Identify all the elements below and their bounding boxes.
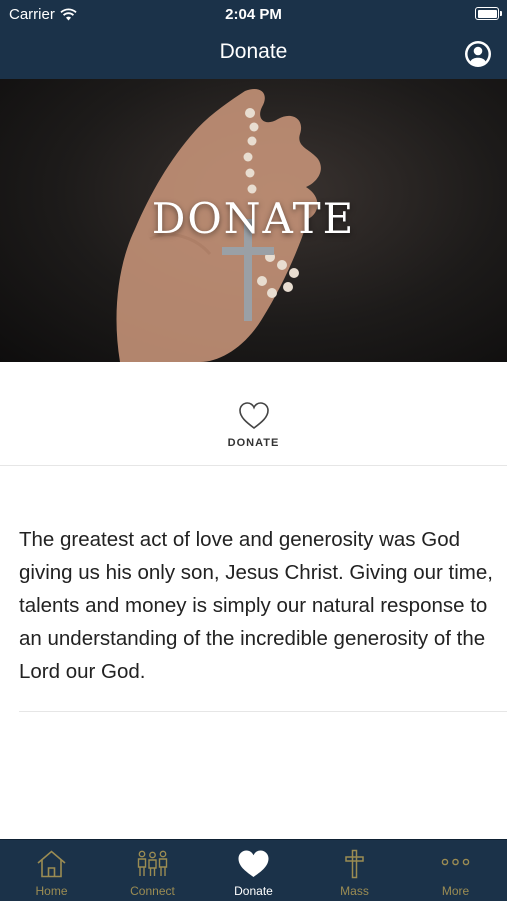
tab-more[interactable]: More [405,840,506,901]
donate-label: DONATE [227,437,280,449]
tab-connect[interactable]: Connect [102,840,203,901]
status-time: 2:04 PM [225,6,282,23]
tab-home[interactable]: Home [1,840,102,901]
battery-icon [475,7,502,20]
tab-donate[interactable]: Donate [203,840,304,901]
heart-outline-icon [239,402,269,430]
donate-button[interactable]: DONATE [0,362,507,466]
tab-label: More [441,884,470,898]
people-icon [137,850,168,876]
tab-bar: Home Connect Donate Mass More [0,839,507,901]
divider [19,711,507,712]
hero-banner: DONATE [0,79,507,362]
tab-label: Mass [340,884,369,898]
page-title: Donate [219,40,288,63]
cross-icon [345,849,364,879]
heart-icon [238,850,269,877]
home-icon [37,850,66,878]
more-icon [441,858,470,866]
tab-label: Donate [234,884,273,898]
hero-title: DONATE [151,194,356,243]
donate-description: The greatest act of love and generosity … [19,528,493,683]
tab-mass[interactable]: Mass [304,840,405,901]
tab-label: Connect [130,884,175,898]
tab-label: Home [35,884,68,898]
top-bar: Carrier 2:04 PM Donate [0,0,507,79]
profile-icon[interactable] [464,40,492,68]
